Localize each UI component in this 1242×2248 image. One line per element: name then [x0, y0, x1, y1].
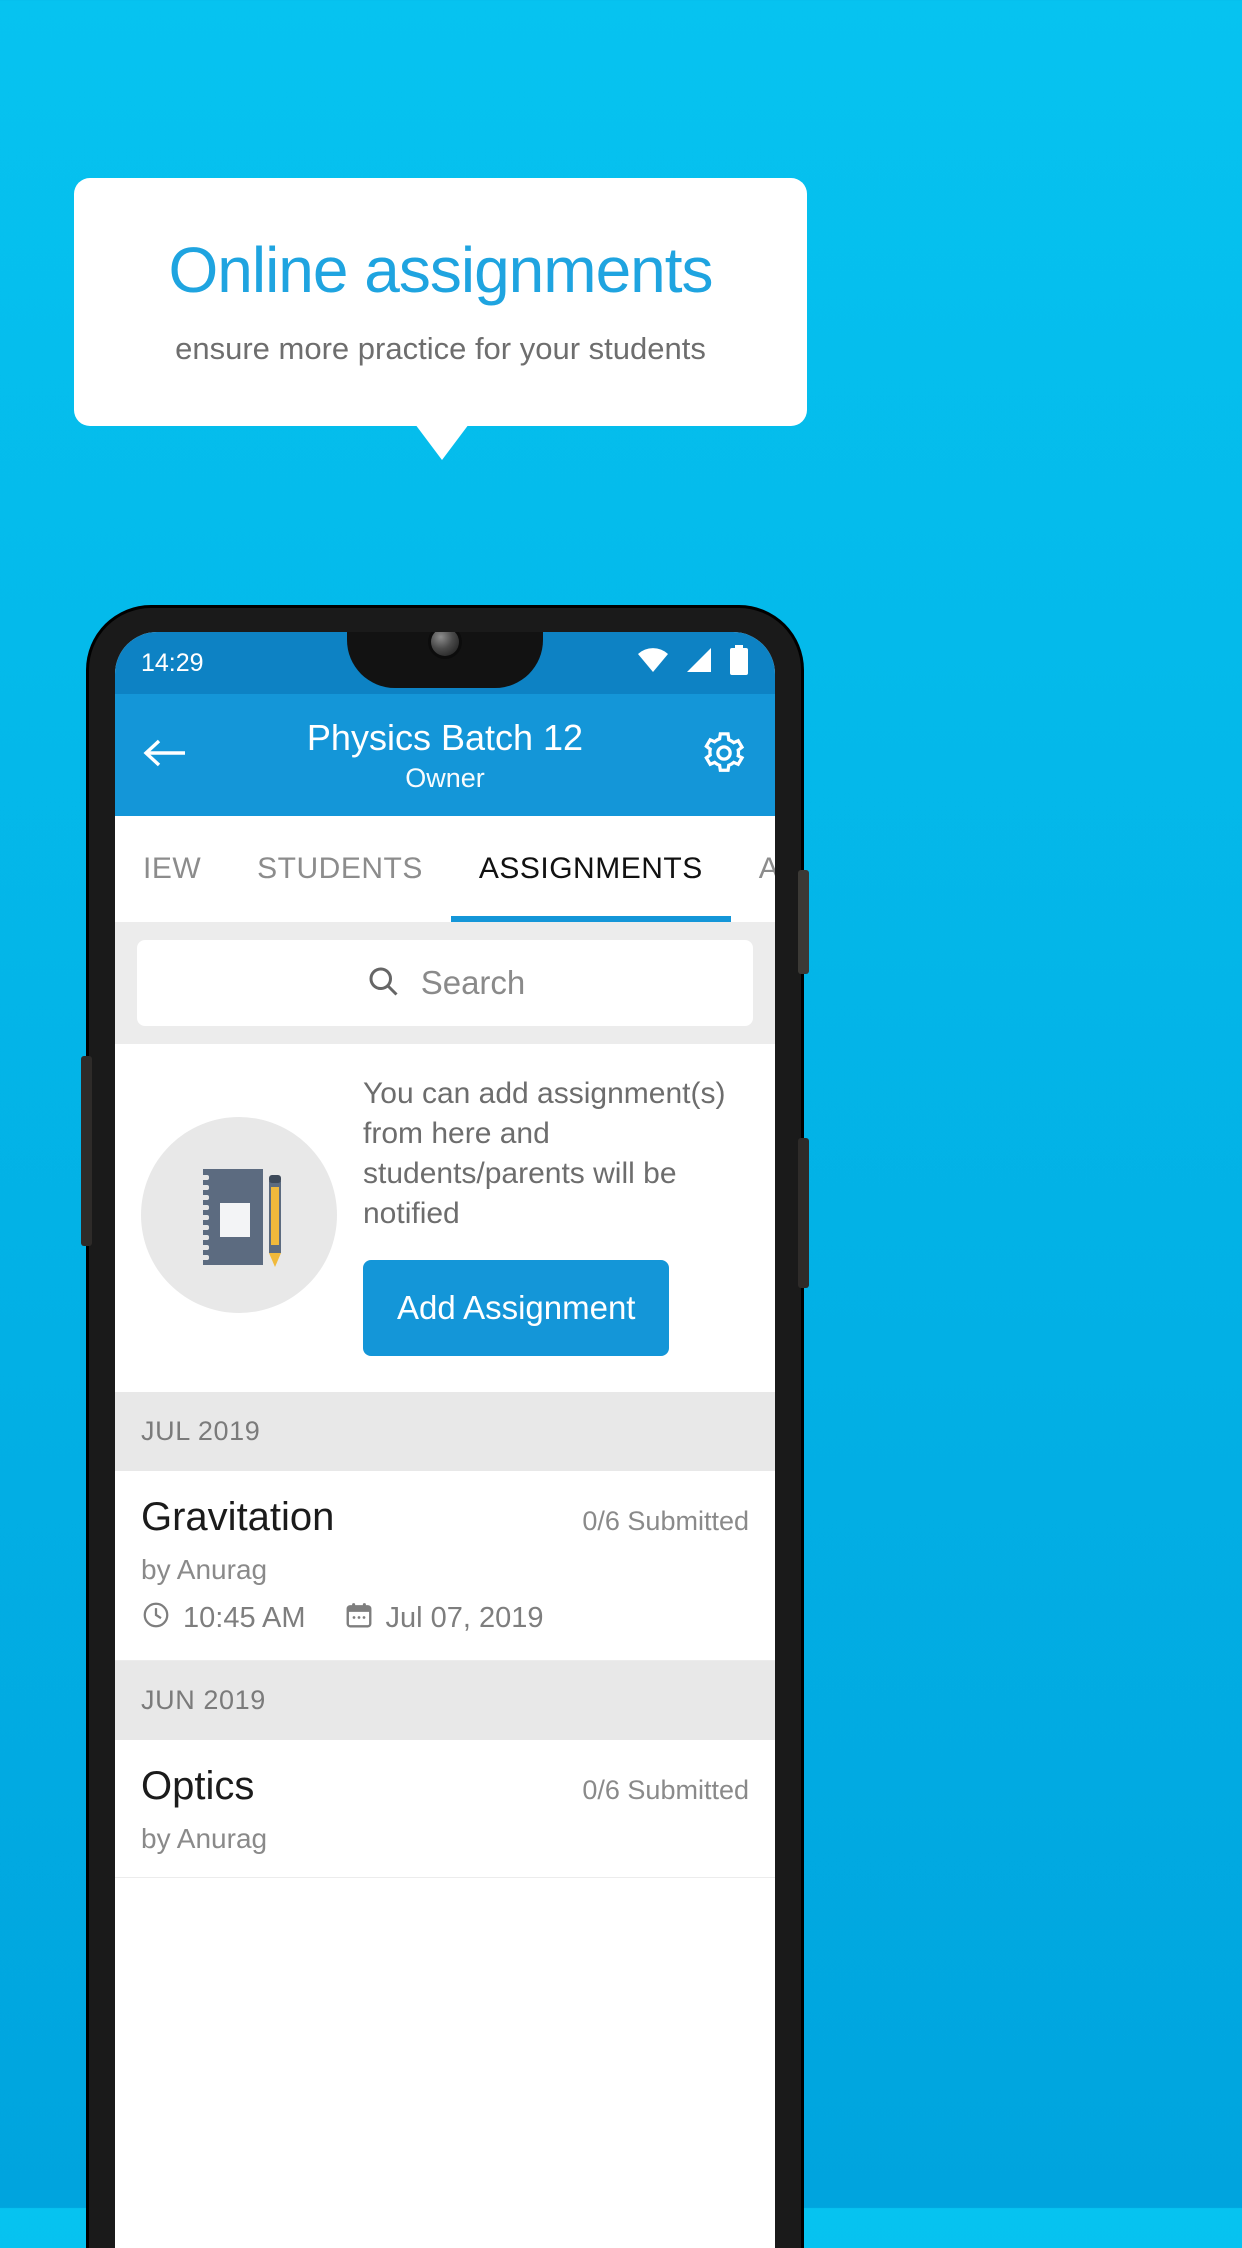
status-badge: 0/6 Submitted — [582, 1505, 749, 1536]
phone-screen: 14:29 Physics Batch 12 Owner IEW STUDENT… — [115, 632, 775, 2248]
row-top: Optics 0/6 Submitted — [141, 1764, 749, 1809]
status-bar: 14:29 — [115, 632, 775, 694]
cellular-signal-icon — [685, 647, 713, 680]
assignment-row-optics[interactable]: Optics 0/6 Submitted by Anurag — [115, 1739, 775, 1878]
clock-icon — [141, 1600, 171, 1638]
app-bar-titles: Physics Batch 12 Owner — [115, 717, 775, 794]
empty-state-card: You can add assignment(s) from here and … — [115, 1044, 775, 1392]
promo-subtitle: ensure more practice for your students — [175, 330, 706, 366]
add-assignment-button[interactable]: Add Assignment — [363, 1259, 670, 1356]
promo-bubble-tail — [415, 424, 469, 460]
power-button[interactable] — [798, 1138, 809, 1288]
phone-bezel: 14:29 Physics Batch 12 Owner IEW STUDENT… — [115, 632, 775, 2248]
tab-bar: IEW STUDENTS ASSIGNMENTS ANNOUNCEM — [115, 816, 775, 922]
assignment-author: by Anurag — [141, 1553, 268, 1585]
gear-icon — [701, 730, 747, 781]
status-bar-icons — [637, 644, 749, 682]
promo-bubble: Online assignments ensure more practice … — [74, 178, 807, 426]
tab-announcements[interactable]: ANNOUNCEM — [731, 816, 775, 922]
assignment-meta: 10:45 AM Jul 07, 2019 — [141, 1600, 749, 1638]
assignment-author: by Anurag — [141, 1822, 268, 1854]
promo-title: Online assignments — [168, 234, 713, 307]
assignment-date: Jul 07, 2019 — [385, 1602, 544, 1635]
arrow-left-icon — [143, 736, 187, 775]
tab-students[interactable]: STUDENTS — [229, 816, 451, 922]
search-section: Search — [115, 922, 775, 1044]
status-badge: 0/6 Submitted — [582, 1774, 749, 1805]
assignment-row-gravitation[interactable]: Gravitation 0/6 Submitted by Anurag 10:4… — [115, 1470, 775, 1661]
tab-assignments[interactable]: ASSIGNMENTS — [451, 816, 731, 922]
assignment-time: 10:45 AM — [183, 1602, 306, 1635]
status-bar-time: 14:29 — [141, 648, 204, 677]
phone-notch — [347, 632, 543, 688]
search-input[interactable]: Search — [421, 964, 526, 1002]
tab-overview[interactable]: IEW — [115, 816, 229, 922]
page-subtitle: Owner — [405, 762, 485, 793]
row-top: Gravitation 0/6 Submitted — [141, 1495, 749, 1540]
settings-button[interactable] — [701, 730, 747, 781]
page-title: Physics Batch 12 — [306, 716, 584, 758]
app-bar: Physics Batch 12 Owner — [115, 694, 775, 816]
assistant-button[interactable] — [81, 1056, 92, 1246]
assignment-title: Gravitation — [141, 1494, 335, 1539]
volume-button[interactable] — [798, 870, 809, 974]
search-bar[interactable]: Search — [137, 940, 753, 1026]
back-button[interactable] — [143, 736, 187, 775]
empty-state-text: You can add assignment(s) from here and … — [363, 1077, 726, 1230]
month-header-jul: JUL 2019 — [115, 1391, 775, 1471]
battery-icon — [729, 644, 749, 682]
empty-state-content: You can add assignment(s) from here and … — [363, 1074, 749, 1356]
notebook-and-pen-icon — [141, 1116, 337, 1313]
front-camera — [431, 632, 459, 656]
wifi-icon — [637, 647, 669, 680]
tab-active-indicator — [450, 916, 731, 922]
calendar-icon — [344, 1600, 374, 1638]
search-icon — [365, 963, 401, 1004]
assignment-title: Optics — [141, 1763, 255, 1808]
month-header-jun: JUN 2019 — [115, 1660, 775, 1740]
phone-mockup: 14:29 Physics Batch 12 Owner IEW STUDENT… — [81, 608, 809, 2248]
